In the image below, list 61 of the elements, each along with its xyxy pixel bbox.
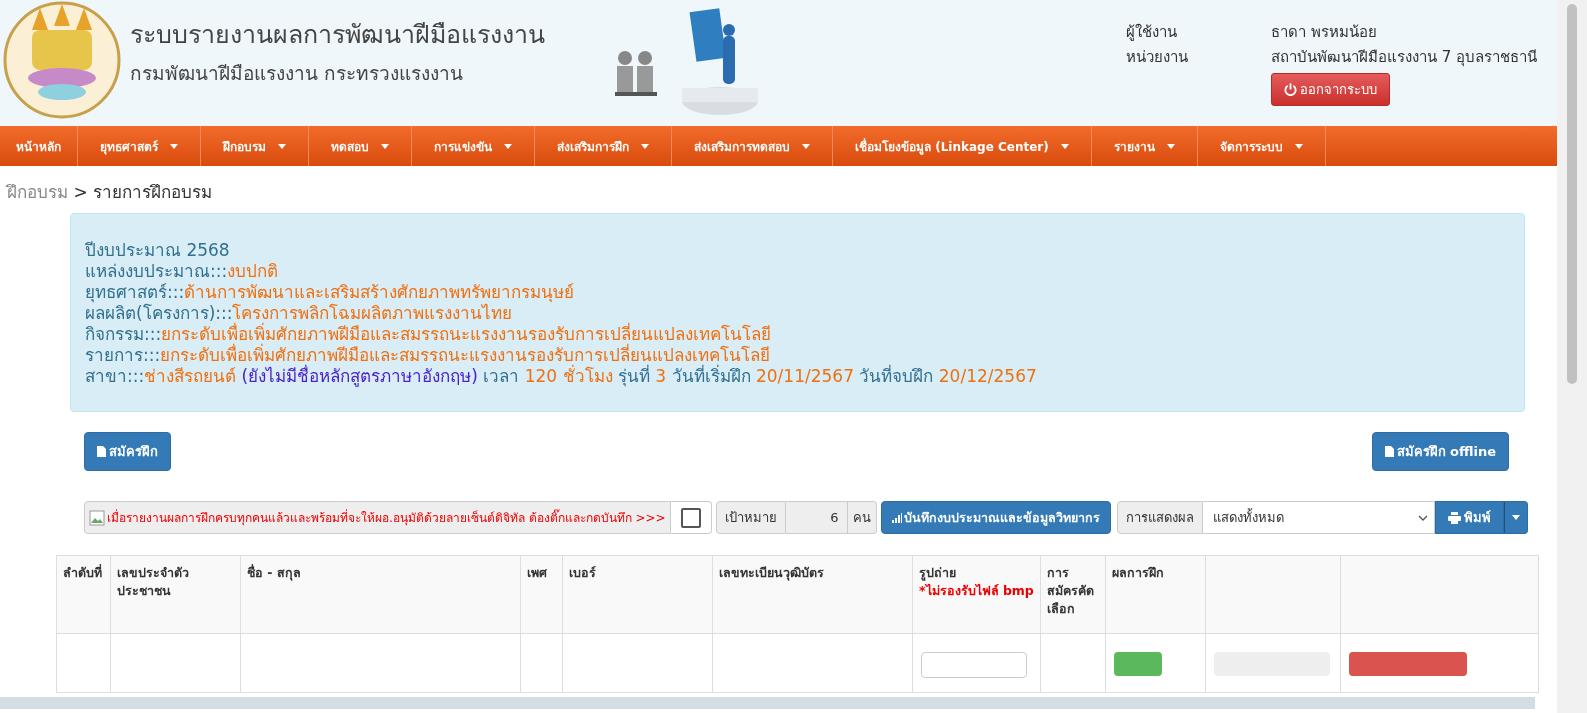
print-options-button[interactable]	[1503, 501, 1528, 534]
horizontal-scrollbar[interactable]	[0, 697, 1535, 709]
display-select[interactable]: แสดงทั้งหมด	[1202, 501, 1435, 534]
chevron-down-icon	[1417, 514, 1428, 521]
logout-button[interactable]: ออกจากระบบ	[1270, 73, 1390, 106]
danger-action-button[interactable]	[1349, 652, 1467, 676]
power-icon	[1283, 83, 1297, 96]
info-line: ผลผลิต(โครงการ):::โครงการพลิกโฉมผลิตภาพแรงงานไทย	[85, 303, 513, 323]
approval-note: เมื่อรายงานผลการฝึกครบทุกคนแล้วและพร้อมที่จะให้ผอ.อนุมัติด้วยลายเซ็นต์ดิจิทัล ต้องติ๊กและกดบันทึก >>>	[84, 501, 671, 534]
info-line: แหล่งงบประมาณ:::งบปกติ	[85, 261, 280, 282]
user-info-label: ผู้ใช้งาน	[1125, 22, 1178, 43]
caret-icon	[1511, 515, 1520, 520]
info-line: กิจกรรม:::ยกระดับเพื่อเพิ่มศักยภาพฝีมือและสมรรถนะแรงงานรองรับการเปลี่ยนแปลงเทคโนโลยี	[85, 324, 773, 344]
target-field[interactable]: 6	[785, 501, 848, 534]
column-header: เพศ	[520, 555, 563, 634]
print-button[interactable]: พิมพ์	[1434, 501, 1504, 534]
save-budget-button[interactable]: บันทึกงบประมาณและข้อมูลวิทยากร	[880, 501, 1111, 534]
column-header: ผลการฝึก	[1105, 555, 1206, 634]
apply-button[interactable]: สมัครฝึก	[84, 432, 171, 471]
nav-menu-item[interactable]: จัดการระบบ	[1197, 126, 1326, 166]
nav-menu-item[interactable]: ส่งเสริมการทดสอบ	[672, 126, 833, 166]
nav-menu-item[interactable]: ยุทธศาสตร์	[78, 126, 201, 166]
breadcrumb-separator: >	[73, 182, 88, 202]
user-info-label: หน่วยงาน	[1125, 47, 1189, 68]
nav-menu-item[interactable]: รายงาน	[1091, 126, 1198, 166]
broken-image-icon	[89, 509, 105, 526]
nav-menu-item[interactable]: ส่งเสริมการฝึก	[535, 126, 672, 166]
info-line: ปีงบประมาณ 2568	[85, 240, 231, 261]
info-line: ยุทธศาสตร์:::ด้านการพัฒนาและเสริมสร้างศักยภาพทรัพยากรมนุษย์	[85, 282, 576, 303]
nav-menu-item[interactable]: หน้าหลัก	[0, 126, 78, 166]
user-info-value: ธาดา พรหมน้อย	[1270, 22, 1378, 43]
file-icon	[1384, 446, 1394, 457]
column-header: การสมัครคัดเลือก	[1040, 555, 1106, 634]
upload-action-button[interactable]	[921, 652, 1027, 678]
printer-icon	[1447, 511, 1461, 524]
file-icon	[97, 446, 106, 457]
column-header: ลำดับที่	[56, 555, 111, 634]
column-header: เลขประจำตัวประชาชน	[110, 555, 241, 634]
info-line: รายการ:::ยกระดับเพื่อเพิ่มศักยภาพฝีมือและสมรรถนะแรงงานรองรับการเปลี่ยนแปลงเทคโนโลยี	[85, 345, 772, 365]
breadcrumb-current: รายการฝึกอบรม	[93, 182, 213, 202]
breadcrumb-link[interactable]: ฝึกอบรม	[7, 182, 68, 202]
nav-menu-item[interactable]: เชื่อมโยงข้อมูล (Linkage Center)	[833, 126, 1092, 166]
target-unit: คน	[847, 501, 877, 534]
nav-menu-item[interactable]: ฝึกอบรม	[201, 126, 309, 166]
approval-checkbox[interactable]	[680, 507, 701, 528]
user-info-value: สถาบันพัฒนาฝีมือแรงงาน 7 อุบลราชธานี	[1270, 47, 1537, 69]
target-label: เป้าหมาย	[715, 501, 786, 534]
nav-menu-item[interactable]: ทดสอบ	[309, 126, 412, 166]
site-subtitle: กรมพัฒนาฝีมือแรงงาน กระทรวงแรงงาน	[130, 61, 465, 86]
bar-chart-icon	[891, 512, 902, 523]
success-action-button[interactable]	[1114, 652, 1162, 676]
info-line: สาขา:::ช่างสีรถยนต์ (ยังไม่มีชื่อหลักสูตรภาษาอังกฤษ) เวลา 120 ชั่วโมง รุ่นที่ 3 วันที่เริ่มฝึก 20/11/2567 วันที่จบฝึก 20/12/2567	[85, 366, 1038, 387]
column-header: เลขทะเบียนวุฒิบัตร	[712, 555, 913, 634]
display-label: การแสดงผล	[1116, 501, 1203, 534]
column-header: รูปถ่าย *ไม่รองรับไฟล์ bmp	[912, 555, 1041, 634]
site-title: ระบบรายงานผลการพัฒนาฝีมือแรงงาน	[130, 19, 545, 51]
column-header: ชื่อ - สกุล	[240, 555, 521, 634]
vertical-scrollbar[interactable]	[1557, 0, 1587, 713]
column-header: เบอร์	[562, 555, 713, 634]
nav-menu-item[interactable]: การแข่งขัน	[412, 126, 535, 166]
apply-offline-button[interactable]: สมัครฝึก offline	[1371, 432, 1509, 471]
